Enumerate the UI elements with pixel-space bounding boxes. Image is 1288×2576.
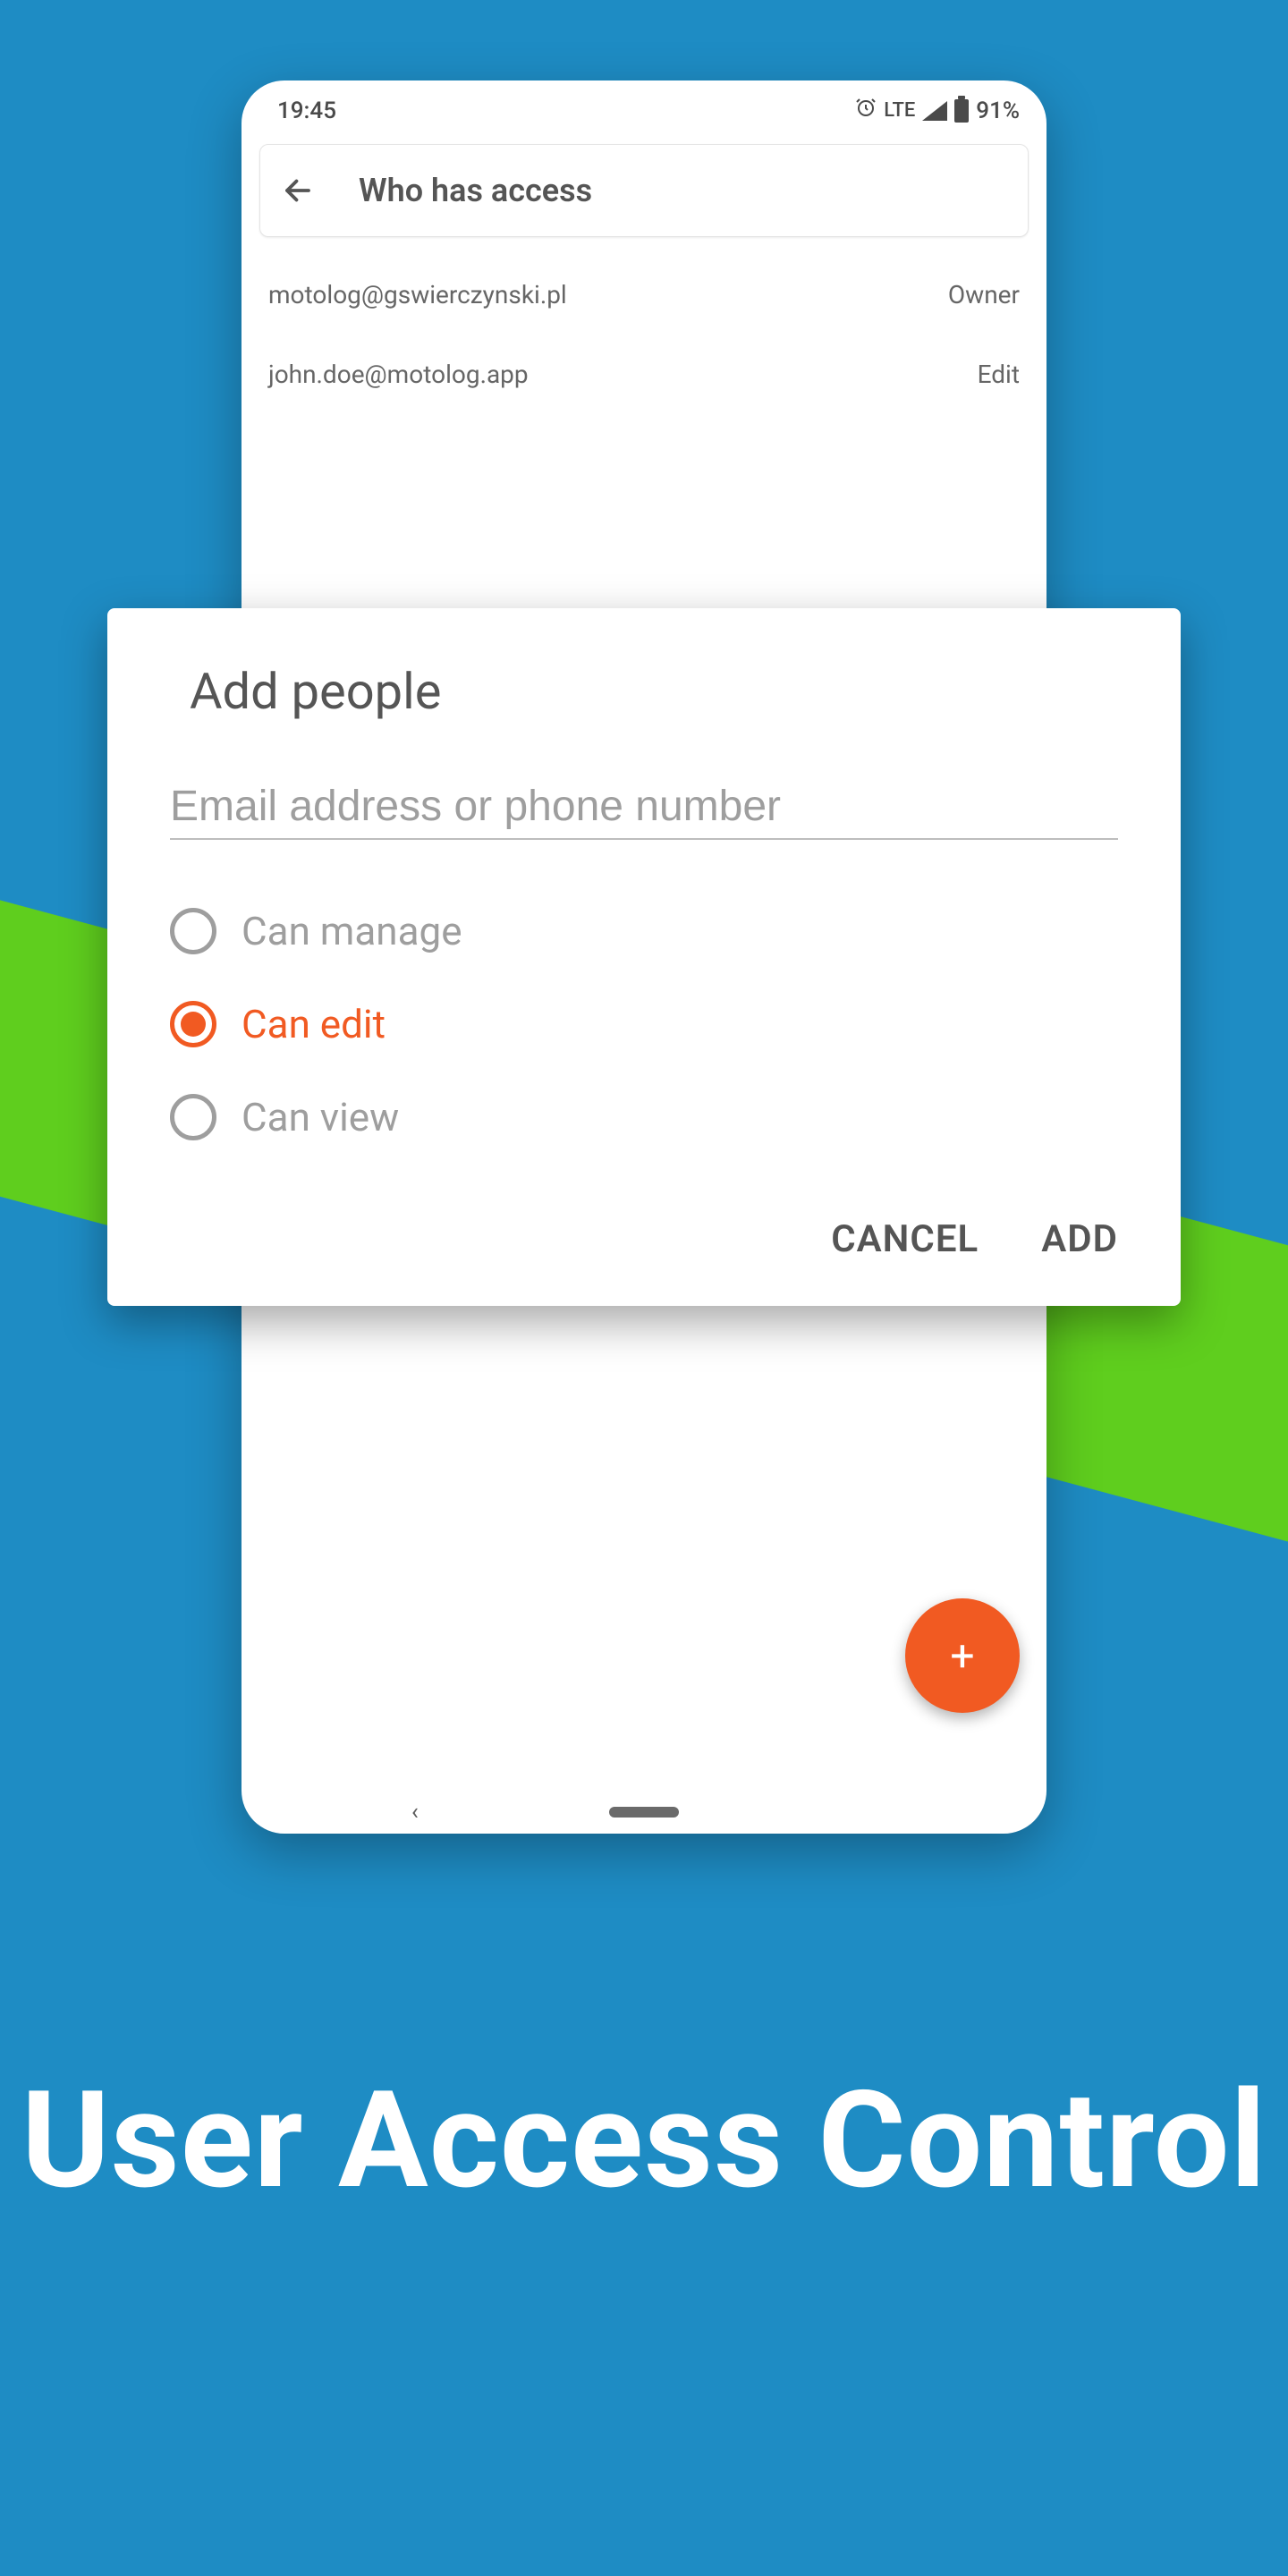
marketing-caption: User Access Control — [0, 2057, 1288, 2225]
header-card: Who has access — [259, 144, 1029, 237]
radio-can-edit[interactable]: Can edit — [170, 978, 1118, 1071]
radio-label: Can manage — [242, 908, 462, 954]
access-email: john.doe@motolog.app — [268, 360, 529, 389]
status-time: 19:45 — [277, 97, 336, 124]
email-phone-input[interactable] — [170, 775, 1118, 840]
add-button[interactable]: ADD — [1041, 1217, 1118, 1261]
radio-label: Can edit — [242, 1001, 386, 1047]
nav-back-icon[interactable]: ‹ — [411, 1799, 419, 1826]
access-row[interactable]: motolog@gswierczynski.pl Owner — [242, 255, 1046, 335]
network-label: LTE — [884, 99, 915, 122]
radio-can-manage[interactable]: Can manage — [170, 885, 1118, 978]
plus-icon: + — [950, 1631, 974, 1682]
add-people-dialog: Add people Can manage Can edit Can view … — [107, 608, 1181, 1306]
radio-icon — [170, 1094, 216, 1140]
access-list: motolog@gswierczynski.pl Owner john.doe@… — [242, 237, 1046, 432]
access-role: Edit — [978, 360, 1020, 389]
add-fab-button[interactable]: + — [905, 1598, 1020, 1713]
access-row[interactable]: john.doe@motolog.app Edit — [242, 335, 1046, 414]
alarm-icon — [855, 97, 877, 124]
status-bar: 19:45 LTE 91% — [242, 80, 1046, 130]
nav-handle[interactable] — [609, 1807, 679, 1818]
radio-can-view[interactable]: Can view — [170, 1071, 1118, 1164]
back-arrow-icon[interactable] — [282, 174, 314, 207]
access-email: motolog@gswierczynski.pl — [268, 280, 567, 309]
system-nav-bar: ‹ — [242, 1807, 1046, 1818]
dialog-title: Add people — [190, 662, 1118, 721]
page-title: Who has access — [359, 172, 592, 209]
battery-label: 91% — [976, 97, 1020, 124]
radio-label: Can view — [242, 1094, 399, 1140]
radio-icon — [170, 908, 216, 954]
signal-icon — [922, 101, 947, 121]
battery-icon — [954, 99, 969, 123]
radio-icon — [170, 1001, 216, 1047]
cancel-button[interactable]: CANCEL — [831, 1217, 979, 1261]
access-role: Owner — [948, 280, 1020, 309]
